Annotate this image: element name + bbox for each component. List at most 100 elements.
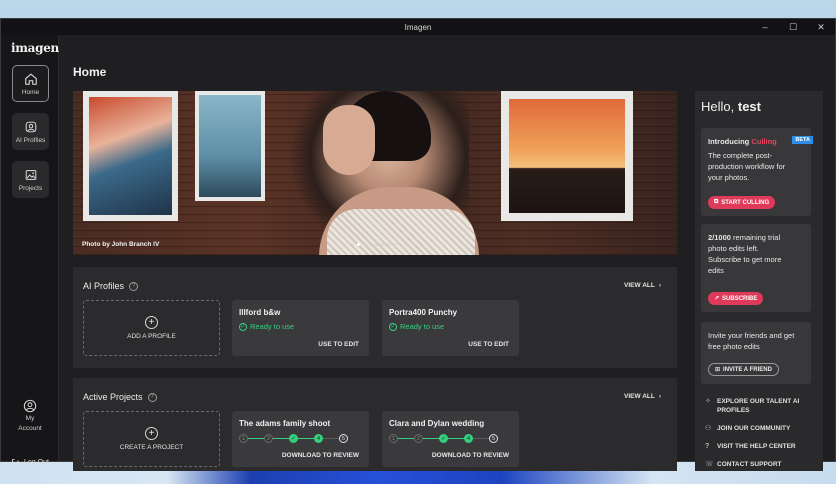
use-to-edit-button[interactable]: USE TO EDIT — [468, 341, 509, 348]
progress-step: 1 — [239, 434, 248, 443]
plus-icon: + — [145, 316, 158, 329]
trial-card: 2/1000 remaining trial photo edits left.… — [701, 224, 811, 312]
progress-step: 2 — [414, 434, 423, 443]
progress-step: ✓ — [439, 434, 448, 443]
projects-title-text: Active Projects — [83, 392, 143, 402]
check-circle-icon: ✓ — [389, 322, 397, 331]
ai-profiles-section: AI Profiles ? VIEW ALL › + ADD A PROFILE… — [73, 267, 677, 368]
carousel-dot[interactable] — [351, 243, 354, 246]
profile-card[interactable]: Illford b&w ✓ Ready to use USE TO EDIT — [232, 300, 369, 356]
explore-talent-profiles-link[interactable]: ✧ EXPLORE OUR TALENT AI PROFILES — [705, 397, 799, 415]
download-to-review-button[interactable]: DOWNLOAD TO REVIEW — [282, 452, 359, 459]
view-all-projects-link[interactable]: VIEW ALL › — [624, 393, 661, 400]
join-community-link[interactable]: ⚇ JOIN OUR COMMUNITY — [705, 424, 790, 433]
carousel-dot[interactable] — [393, 243, 396, 246]
start-culling-button[interactable]: ⧉ START CULLING — [708, 196, 776, 209]
help-icon[interactable]: ? — [147, 392, 157, 402]
invite-card: Invite your friends and get free photo e… — [701, 322, 811, 384]
project-name: The adams family shoot — [239, 419, 331, 428]
project-name: Clara and Dylan wedding — [389, 419, 485, 428]
progress-step: 1 — [389, 434, 398, 443]
help-circle-icon: ? — [705, 443, 710, 450]
plus-icon: + — [145, 427, 158, 440]
sidebar-item-label: Home — [21, 88, 40, 96]
ai-profiles-title-text: AI Profiles — [83, 281, 125, 291]
add-profile-card[interactable]: + ADD A PROFILE — [83, 300, 220, 356]
title-bar: Imagen – ☐ ✕ — [1, 19, 835, 35]
support-icon: ☏ — [705, 461, 714, 468]
project-card[interactable]: The adams family shoot 1 2 ✓ 4 5 DOWNLOA… — [232, 411, 369, 467]
profile-name: Illford b&w — [239, 308, 281, 317]
trial-description: 2/1000 remaining trial photo edits left.… — [708, 233, 782, 275]
profile-status-text: Ready to use — [400, 322, 445, 331]
trial-count: 2/1000 — [708, 233, 731, 242]
create-project-label: CREATE A PROJECT — [119, 444, 184, 451]
minimize-button[interactable]: – — [751, 19, 779, 35]
sidebar-item-ai-profiles[interactable]: AI Profiles — [12, 113, 49, 150]
project-card[interactable]: Clara and Dylan wedding 1 2 ✓ 4 5 DOWNLO… — [382, 411, 519, 467]
culling-intro: Introducing Culling — [708, 137, 777, 146]
account-icon — [23, 399, 37, 413]
window-title: Imagen — [404, 22, 432, 32]
carousel-dot[interactable] — [375, 243, 378, 246]
gift-icon: ⊞ — [715, 367, 721, 373]
culling-description: The complete post- production workflow f… — [708, 151, 786, 182]
hero-frame-right — [501, 91, 633, 221]
profile-name: Portra400 Punchy — [389, 308, 458, 317]
use-to-edit-button[interactable]: USE TO EDIT — [318, 341, 359, 348]
account-label-line1: My — [25, 415, 35, 422]
help-center-link[interactable]: ? VISIT THE HELP CENTER — [705, 442, 796, 451]
culling-icon: ⧉ — [714, 199, 719, 205]
view-all-label: VIEW ALL — [624, 393, 655, 400]
app-window: Imagen – ☐ ✕ imagen Home AI Profiles Pro… — [0, 18, 836, 471]
right-panel: Hello, test Introducing Culling BETA The… — [695, 91, 823, 471]
greeting: Hello, test — [701, 99, 761, 114]
download-to-review-button[interactable]: DOWNLOAD TO REVIEW — [432, 452, 509, 459]
logout-label: Log Out — [24, 459, 49, 466]
page-title: Home — [73, 65, 107, 79]
culling-card: Introducing Culling BETA The complete po… — [701, 128, 813, 216]
window-controls: – ☐ ✕ — [751, 19, 835, 35]
logout-button[interactable]: Log Out — [11, 458, 49, 467]
carousel-dot[interactable] — [381, 243, 384, 246]
external-link-icon: ↗ — [714, 296, 720, 302]
view-all-profiles-link[interactable]: VIEW ALL › — [624, 282, 661, 289]
hero-frame-left — [83, 91, 178, 221]
progress-step: 5 — [339, 434, 348, 443]
contact-support-link[interactable]: ☏ CONTACT SUPPORT — [705, 460, 782, 469]
progress-step: 5 — [489, 434, 498, 443]
project-progress-steps: 1 2 ✓ 4 5 — [389, 434, 498, 443]
close-button[interactable]: ✕ — [807, 19, 835, 35]
my-account-button[interactable]: My Account — [9, 399, 51, 433]
hero-frame-middle — [195, 91, 265, 201]
maximize-button[interactable]: ☐ — [779, 19, 807, 35]
sidebar: imagen Home AI Profiles Projects My Acco… — [1, 35, 59, 466]
sidebar-item-projects[interactable]: Projects — [12, 161, 49, 198]
home-icon — [24, 73, 37, 85]
subscribe-button[interactable]: ↗ SUBSCRIBE — [708, 292, 764, 305]
carousel-dot[interactable] — [363, 243, 366, 246]
carousel-dot[interactable] — [357, 243, 360, 246]
ai-profiles-icon — [25, 121, 36, 132]
sidebar-item-home[interactable]: Home — [12, 65, 49, 102]
culling-feature-name: Culling — [751, 137, 777, 146]
ai-profiles-title: AI Profiles ? — [83, 281, 139, 291]
profile-card[interactable]: Portra400 Punchy ✓ Ready to use USE TO E… — [382, 300, 519, 356]
create-project-card[interactable]: + CREATE A PROJECT — [83, 411, 220, 467]
projects-title: Active Projects ? — [83, 392, 157, 402]
carousel-dot[interactable] — [387, 243, 390, 246]
profile-status: ✓ Ready to use — [239, 322, 294, 331]
app-body: imagen Home AI Profiles Projects My Acco… — [1, 35, 835, 471]
chevron-right-icon: › — [658, 282, 661, 289]
project-progress-steps: 1 2 ✓ 4 5 — [239, 434, 348, 443]
help-icon[interactable]: ? — [129, 281, 139, 291]
hero-banner[interactable] — [73, 91, 677, 255]
active-projects-section: Active Projects ? VIEW ALL › + CREATE A … — [73, 378, 677, 471]
sparkle-icon: ✧ — [705, 398, 711, 405]
progress-step: 2 — [264, 434, 273, 443]
invite-friend-button[interactable]: ⊞ INVITE A FRIEND — [708, 363, 779, 376]
progress-step: ✓ — [289, 434, 298, 443]
carousel-dots[interactable] — [351, 243, 396, 246]
carousel-dot[interactable] — [369, 243, 372, 246]
profile-status-text: Ready to use — [250, 322, 295, 331]
